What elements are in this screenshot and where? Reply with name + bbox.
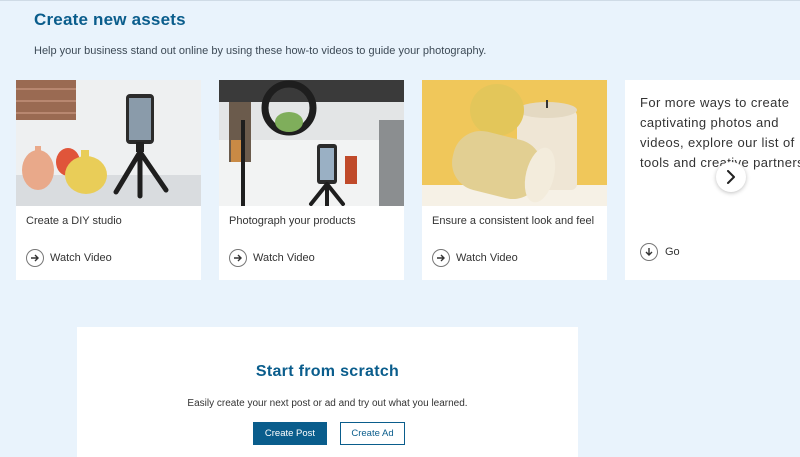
card-caption: Ensure a consistent look and feel [432, 215, 595, 227]
more-resources-text: For more ways to create captivating phot… [640, 95, 800, 170]
arrow-down-icon [640, 243, 658, 261]
phone-tripod-vases-photo [16, 80, 201, 206]
card-caption: Photograph your products [229, 215, 356, 227]
watch-video-label: Watch Video [253, 252, 315, 264]
watch-video-label: Watch Video [456, 252, 518, 264]
top-divider [0, 0, 800, 1]
chevron-right-icon [727, 170, 735, 184]
create-ad-button[interactable]: Create Ad [340, 422, 405, 445]
arrow-right-icon [432, 249, 450, 267]
scratch-description: Easily create your next post or ad and t… [187, 398, 468, 409]
watch-video-link[interactable]: Watch Video [26, 249, 112, 267]
go-link[interactable]: Go [640, 243, 680, 261]
watch-video-link[interactable]: Watch Video [229, 249, 315, 267]
create-post-button[interactable]: Create Post [253, 422, 327, 445]
arrow-right-icon [229, 249, 247, 267]
start-from-scratch-panel: Start from scratch Easily create your ne… [77, 327, 578, 457]
video-card-photograph-products[interactable]: Photograph your products Watch Video [219, 80, 404, 280]
page-title: Create new assets [34, 10, 186, 29]
arrow-right-icon [26, 249, 44, 267]
ring-light-phone-photo [219, 80, 404, 206]
video-card-diy-studio[interactable]: Create a DIY studio Watch Video [16, 80, 201, 280]
card-caption: Create a DIY studio [26, 215, 122, 227]
go-label: Go [665, 246, 680, 258]
watch-video-label: Watch Video [50, 252, 112, 264]
candles-lemon-photo [422, 80, 607, 206]
scratch-title: Start from scratch [255, 363, 400, 380]
watch-video-link[interactable]: Watch Video [432, 249, 518, 267]
carousel-next-button[interactable] [716, 162, 746, 192]
page-subtitle: Help your business stand out online by u… [34, 45, 487, 57]
video-card-consistent-look[interactable]: Ensure a consistent look and feel Watch … [422, 80, 607, 280]
more-resources-card: For more ways to create captivating phot… [625, 80, 800, 280]
